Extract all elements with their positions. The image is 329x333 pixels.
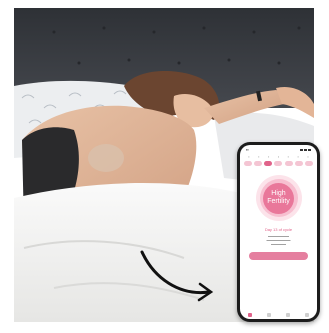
calendar-strip[interactable] [240,161,317,166]
calendar-day-selected[interactable] [264,161,273,166]
calendar-day[interactable] [294,161,303,166]
cycle-day-label: Day 13 of cycle [264,227,293,232]
calendar-day[interactable] [304,161,313,166]
description-text: ▬▬▬▬▬▬▬ ▬▬▬▬▬▬▬▬ ▬▬▬▬▬ [266,234,291,246]
fertility-word: Fertility [267,198,290,205]
calendar-weekdays: ▪ ▪ ▪ ▪ ▪ ▪ ▪ [248,155,309,159]
phone-mockup: ▪▪ ▪ ▪ ▪ ▪ ▪ ▪ ▪ High Fertility Day 13 o… [237,142,320,322]
tab-bar [240,313,317,317]
temperature-sensor [88,144,124,172]
calendar-tab-icon[interactable] [266,313,271,317]
phone-screen: ▪▪ ▪ ▪ ▪ ▪ ▪ ▪ ▪ High Fertility Day 13 o… [240,145,317,319]
chart-tab-icon[interactable] [286,313,291,317]
calendar-day[interactable] [244,161,253,166]
fertility-badge: High Fertility [255,175,302,221]
calendar-day[interactable] [254,161,263,166]
home-tab-icon[interactable] [247,313,252,317]
primary-action-button[interactable] [249,252,308,260]
status-icons [300,148,311,151]
status-bar: ▪▪ [240,145,317,154]
fertility-level: High [271,190,286,197]
calendar-day[interactable] [274,161,283,166]
profile-tab-icon[interactable] [305,313,310,317]
clock-glyph: ▪▪ [246,147,249,152]
calendar-day[interactable] [284,161,293,166]
